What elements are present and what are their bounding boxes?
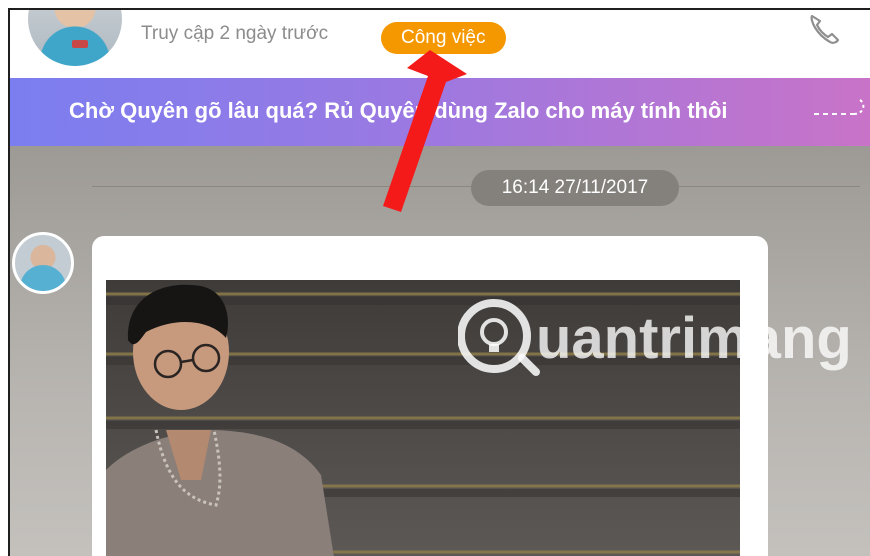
lightbulb-icon xyxy=(458,299,540,376)
phone-icon[interactable] xyxy=(806,12,842,48)
last-access-status: Truy cập 2 ngày trước xyxy=(141,23,329,44)
dashed-line-decoration xyxy=(814,99,865,115)
contact-avatar[interactable] xyxy=(28,10,122,66)
watermark-text: uantrimang xyxy=(536,306,848,371)
quantrimang-watermark: uantrimang xyxy=(458,299,848,376)
red-arrow-icon xyxy=(383,50,467,212)
timestamp-pill: 16:14 27/11/2017 xyxy=(471,170,679,206)
sender-avatar[interactable] xyxy=(12,232,74,294)
image-message-bubble[interactable] xyxy=(92,236,768,556)
